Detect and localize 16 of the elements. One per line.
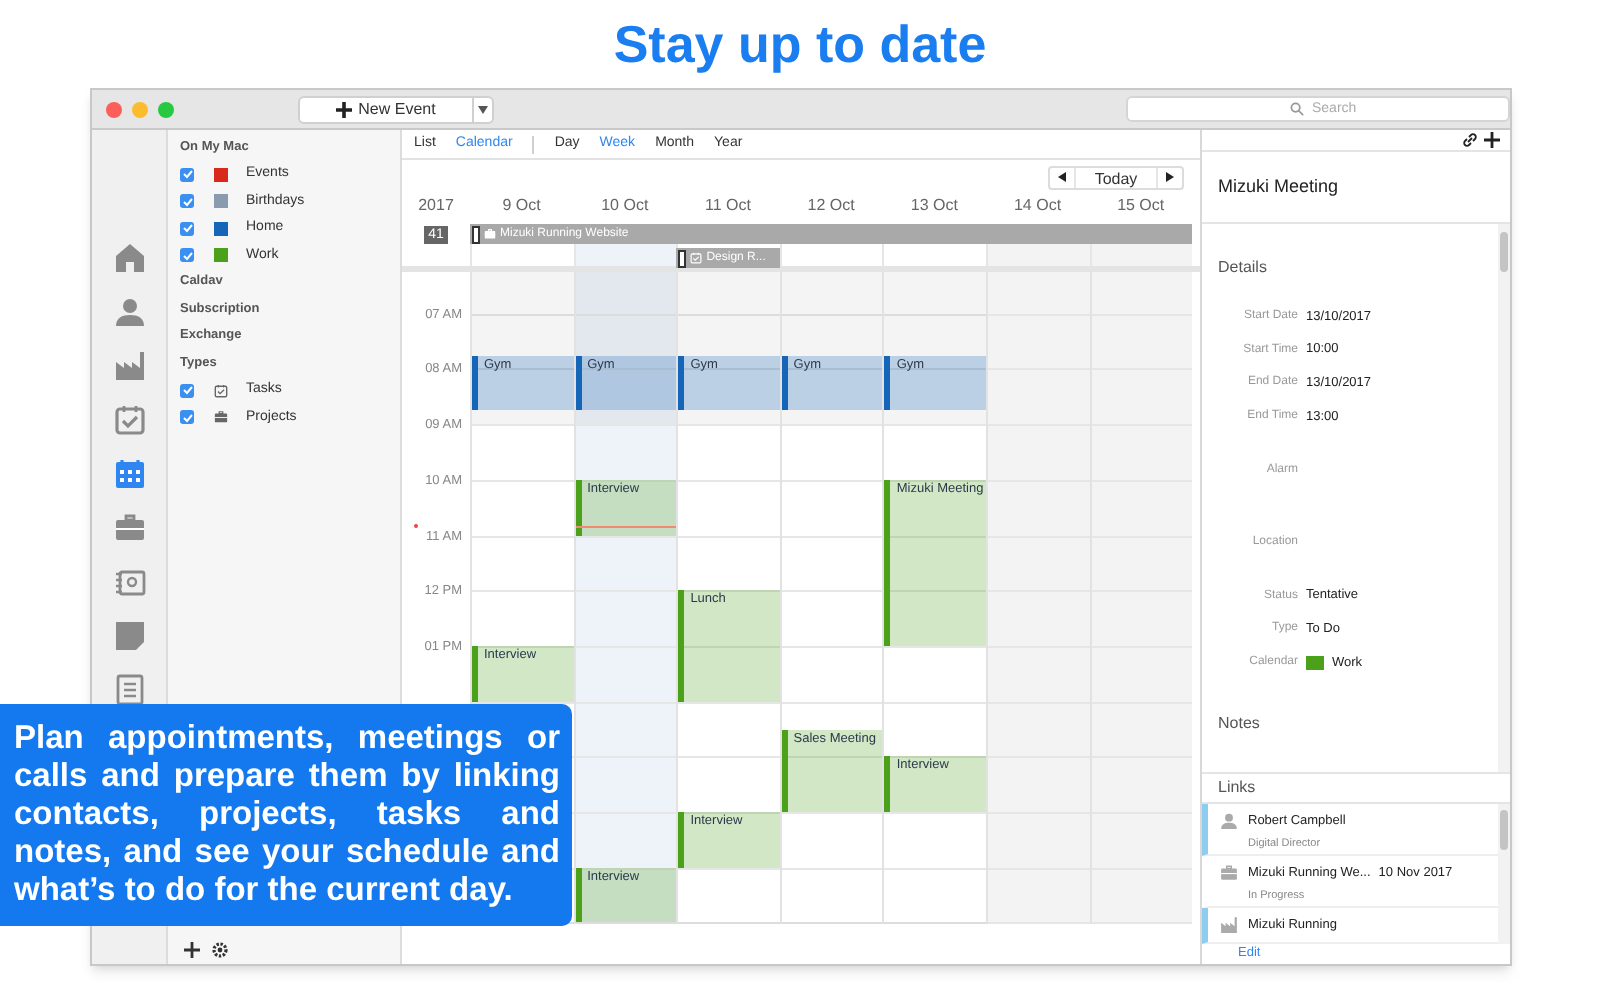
- headline: Stay up to date: [613, 11, 987, 77]
- day-header: 10 Oct: [601, 194, 649, 218]
- today-button[interactable]: Today: [1074, 167, 1158, 187]
- new-event-button[interactable]: New Event: [298, 95, 474, 123]
- section-title: Details: [1218, 258, 1267, 277]
- day-header: 15 Oct: [1117, 194, 1165, 218]
- day-header: 13 Oct: [910, 194, 958, 218]
- day-header: 11 Oct: [704, 194, 751, 218]
- event-title-heading: Mizuki Meeting: [1218, 173, 1339, 200]
- callout-text: Plan appointments, meetings or calls and prepare them by linking contacts, projects, tasks and notes, and see your schedule and what’s to do for the current day.: [14, 720, 560, 910]
- day-header: 12 Oct: [807, 194, 855, 218]
- year-label: 2017: [418, 194, 454, 218]
- day-header: 14 Oct: [1013, 194, 1062, 218]
- section-title: Links: [1218, 776, 1256, 801]
- day-header: 9 Oct: [502, 194, 541, 218]
- section-title: Notes: [1218, 713, 1260, 732]
